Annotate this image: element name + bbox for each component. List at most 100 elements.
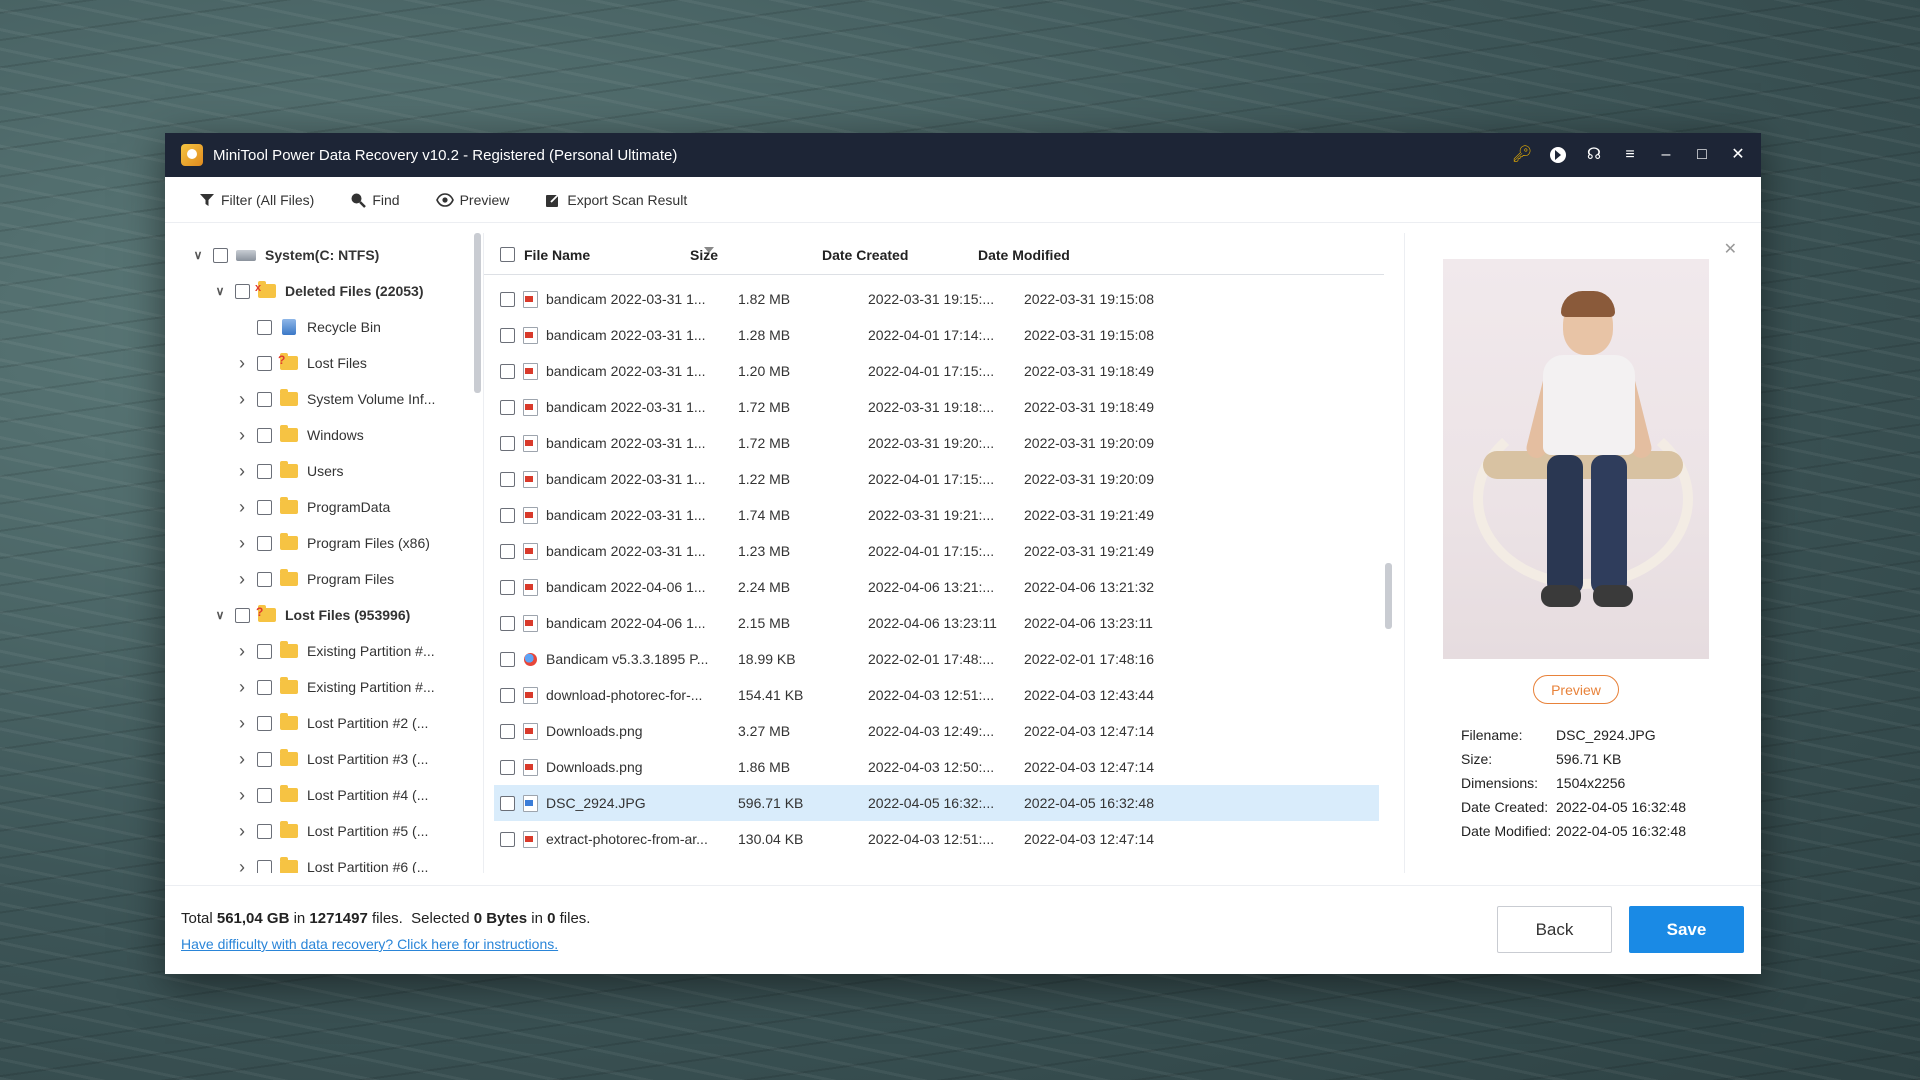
tree-item[interactable]: › Lost Partition #4 (... <box>235 777 428 813</box>
column-date-modified[interactable]: Date Modified <box>978 247 1070 263</box>
tree-checkbox[interactable] <box>257 535 272 551</box>
tree-checkbox[interactable] <box>257 427 272 443</box>
tree-item[interactable]: › Existing Partition #... <box>235 669 435 705</box>
file-row[interactable]: bandicam 2022-03-31 1... 1.23 MB 2022-04-0… <box>494 533 1379 569</box>
tree-item[interactable]: › Program Files (x86) <box>235 525 430 561</box>
chevron-down-icon[interactable]: ∨ <box>191 248 205 262</box>
file-row[interactable]: bandicam 2022-03-31 1... 1.22 MB 2022-04-0… <box>494 461 1379 497</box>
file-row[interactable]: Downloads.png 1.86 MB 2022-04-03 12:50:...… <box>494 749 1379 785</box>
tree-item[interactable]: Recycle Bin <box>235 309 381 345</box>
file-row[interactable]: bandicam 2022-03-31 1... 1.72 MB 2022-03-3… <box>494 389 1379 425</box>
chevron-right-icon[interactable]: › <box>235 713 249 733</box>
tree-checkbox[interactable] <box>257 355 272 371</box>
maximize-icon[interactable]: □ <box>1693 146 1711 164</box>
chevron-right-icon[interactable]: › <box>235 497 249 517</box>
back-button[interactable]: Back <box>1497 906 1612 953</box>
file-row[interactable]: bandicam 2022-04-06 1... 2.15 MB 2022-04-0… <box>494 605 1379 641</box>
chevron-right-icon[interactable]: › <box>235 461 249 481</box>
tree-checkbox[interactable] <box>257 715 272 731</box>
file-checkbox[interactable] <box>500 363 515 379</box>
tree-item[interactable]: › System Volume Inf... <box>235 381 435 417</box>
tree-checkbox[interactable] <box>235 283 250 299</box>
close-icon[interactable]: ✕ <box>1729 146 1747 164</box>
tree-checkbox[interactable] <box>257 859 272 873</box>
tree-checkbox[interactable] <box>257 751 272 767</box>
headset-icon[interactable]: ☊ <box>1585 146 1603 164</box>
preview-toolbar-button[interactable]: Preview <box>435 192 509 208</box>
file-row[interactable]: bandicam 2022-04-06 1... 2.24 MB 2022-04-0… <box>494 569 1379 605</box>
tree-item[interactable]: ∨ Lost Files (953996) <box>213 597 410 633</box>
filter-button[interactable]: Filter (All Files) <box>199 192 314 208</box>
chevron-right-icon[interactable]: › <box>235 749 249 769</box>
chevron-right-icon[interactable]: › <box>235 533 249 553</box>
tree-item[interactable]: › Lost Partition #6 (... <box>235 849 428 873</box>
tree-checkbox[interactable] <box>213 247 228 263</box>
file-checkbox[interactable] <box>500 795 515 811</box>
file-checkbox[interactable] <box>500 759 515 775</box>
column-date-created[interactable]: Date Created <box>822 247 908 263</box>
help-link[interactable]: Have difficulty with data recovery? Clic… <box>181 936 558 952</box>
chevron-right-icon[interactable]: › <box>235 677 249 697</box>
file-list-scrollbar[interactable] <box>1385 563 1392 629</box>
tree-item[interactable]: ∨ System(C: NTFS) <box>191 237 380 273</box>
tree-item[interactable]: › Windows <box>235 417 364 453</box>
key-icon[interactable]: 🔑︎ <box>1512 146 1532 164</box>
tree-checkbox[interactable] <box>257 499 272 515</box>
tree-item[interactable]: ∨ Deleted Files (22053) <box>213 273 424 309</box>
file-checkbox[interactable] <box>500 399 515 415</box>
tree-checkbox[interactable] <box>257 391 272 407</box>
tree-item[interactable]: › Users <box>235 453 344 489</box>
file-checkbox[interactable] <box>500 543 515 559</box>
menu-icon[interactable]: ≡ <box>1621 146 1639 164</box>
file-checkbox[interactable] <box>500 687 515 703</box>
tree-item[interactable]: › Lost Partition #3 (... <box>235 741 428 777</box>
file-checkbox[interactable] <box>500 507 515 523</box>
tree-item[interactable]: › Lost Partition #2 (... <box>235 705 428 741</box>
file-row[interactable]: Bandicam v5.3.3.1895 P... 18.99 KB 2022-02… <box>494 641 1379 677</box>
select-all-checkbox[interactable] <box>500 247 515 262</box>
file-row[interactable]: bandicam 2022-03-31 1... 1.72 MB 2022-03-3… <box>494 425 1379 461</box>
file-checkbox[interactable] <box>500 831 515 847</box>
file-row[interactable]: DSC_2924.JPG 596.71 KB 2022-04-05 16:32:..… <box>494 785 1379 821</box>
chevron-right-icon[interactable]: › <box>235 785 249 805</box>
chevron-right-icon[interactable]: › <box>235 425 249 445</box>
preview-close-icon[interactable]: ✕ <box>1724 239 1737 259</box>
file-row[interactable]: download-photorec-for-... 154.41 KB 2022-0… <box>494 677 1379 713</box>
find-button[interactable]: Find <box>350 192 400 208</box>
tree-checkbox[interactable] <box>257 319 272 335</box>
chevron-right-icon[interactable]: › <box>235 569 249 589</box>
file-checkbox[interactable] <box>500 291 515 307</box>
play-circle-icon[interactable] <box>1549 146 1567 164</box>
chevron-right-icon[interactable]: › <box>235 857 249 874</box>
file-row[interactable]: bandicam 2022-03-31 1... 1.74 MB 2022-03-3… <box>494 497 1379 533</box>
tree-item[interactable]: › Program Files <box>235 561 394 597</box>
file-checkbox[interactable] <box>500 651 515 667</box>
tree-checkbox[interactable] <box>257 823 272 839</box>
file-row[interactable]: bandicam 2022-03-31 1... 1.20 MB 2022-04-0… <box>494 353 1379 389</box>
file-row[interactable]: extract-photorec-from-ar... 130.04 KB 2022… <box>494 821 1379 857</box>
tree-item[interactable]: › Lost Files <box>235 345 367 381</box>
minimize-icon[interactable]: – <box>1657 146 1675 164</box>
save-button[interactable]: Save <box>1629 906 1744 953</box>
chevron-down-icon[interactable]: ∨ <box>213 284 227 298</box>
tree-checkbox[interactable] <box>257 463 272 479</box>
preview-button[interactable]: Preview <box>1533 675 1619 704</box>
chevron-down-icon[interactable]: ∨ <box>213 608 227 622</box>
tree-scrollbar[interactable] <box>474 233 481 393</box>
column-size[interactable]: Size <box>690 247 718 263</box>
file-checkbox[interactable] <box>500 471 515 487</box>
chevron-right-icon[interactable]: › <box>235 389 249 409</box>
file-row[interactable]: bandicam 2022-03-31 1... 1.28 MB 2022-04-0… <box>494 317 1379 353</box>
chevron-right-icon[interactable]: › <box>235 353 249 373</box>
tree-item[interactable]: › ProgramData <box>235 489 390 525</box>
export-scan-result-button[interactable]: Export Scan Result <box>545 192 687 208</box>
column-file-name[interactable]: File Name <box>524 247 590 263</box>
file-checkbox[interactable] <box>500 435 515 451</box>
tree-item[interactable]: › Lost Partition #5 (... <box>235 813 428 849</box>
file-checkbox[interactable] <box>500 615 515 631</box>
tree-checkbox[interactable] <box>257 643 272 659</box>
chevron-right-icon[interactable]: › <box>235 821 249 841</box>
tree-checkbox[interactable] <box>257 571 272 587</box>
tree-checkbox[interactable] <box>257 679 272 695</box>
file-checkbox[interactable] <box>500 327 515 343</box>
